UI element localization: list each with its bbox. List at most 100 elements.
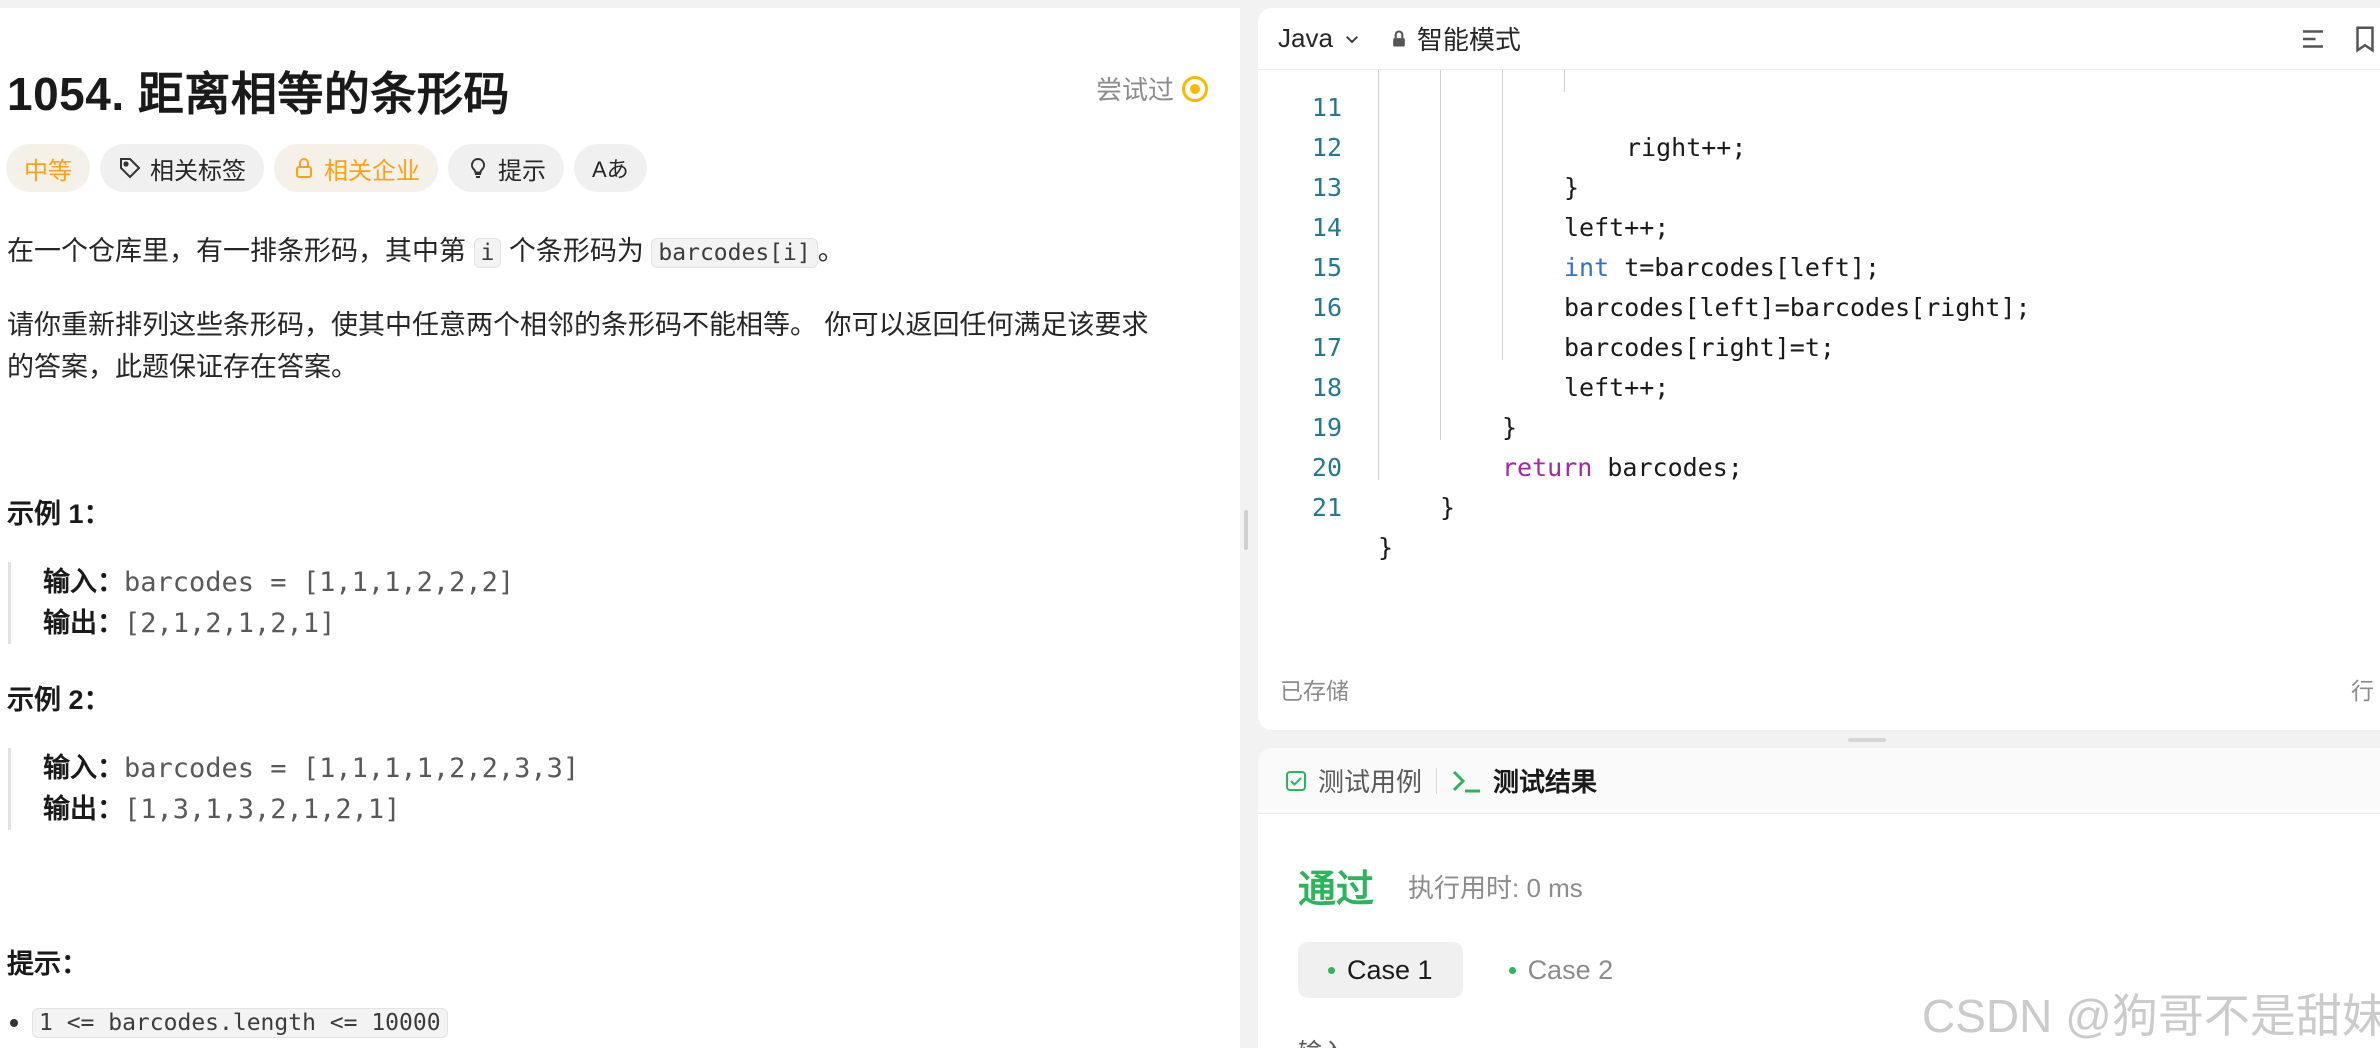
hint-button[interactable]: 提示 <box>448 144 564 192</box>
code-area[interactable]: 11 right++; 12 } 13 left++; 14 int t=bar… <box>1258 70 2380 670</box>
editor-resize-handle[interactable] <box>1848 738 1886 742</box>
constraint-list-item: 1 <= barcodes.length <= 10000 <box>10 1008 448 1038</box>
indent-guide <box>1440 70 1441 440</box>
attempt-status-label: 尝试过 <box>1095 75 1174 105</box>
output-value: [1,3,1,3,2,1,2,1] <box>124 794 401 825</box>
code-text: } <box>1502 413 1518 442</box>
problem-panel: 1054. 距离相等的条形码 尝试过 中等 相关标签 相关企业 提示 Aあ 在一… <box>0 8 1240 1048</box>
input-label: 输入： <box>43 753 124 783</box>
panel-resize-handle[interactable] <box>1244 510 1248 550</box>
problem-title: 1054. 距离相等的条形码 <box>7 68 510 120</box>
output-value: [2,1,2,1,2,1] <box>124 608 336 639</box>
output-label: 输出： <box>43 608 124 638</box>
example-1-heading: 示例 1： <box>7 499 111 529</box>
hint-label: 提示 <box>498 157 546 185</box>
input-value: barcodes = [1,1,1,2,2,2] <box>124 567 515 598</box>
smart-mode-toggle[interactable]: 智能模式 <box>1389 20 1521 57</box>
input-value: barcodes = [1,1,1,1,2,2,3,3] <box>124 753 580 784</box>
code-line: 21 } <box>1258 448 1393 562</box>
description-text: 个条形码为 <box>508 236 644 266</box>
case-1-tab[interactable]: Case 1 <box>1298 942 1463 998</box>
tab-test-result[interactable]: 测试结果 <box>1451 762 1597 799</box>
code-text: right++; <box>1626 133 1747 162</box>
save-status: 已存储 <box>1280 678 1349 704</box>
checkbox-icon <box>1286 770 1306 791</box>
code-line: 16 barcodes[right]=t; <box>1258 248 1835 362</box>
bookmark-icon[interactable] <box>2350 24 2380 54</box>
case-1-label: Case 1 <box>1347 954 1433 985</box>
description-text: 在一个仓库里，有一排条形码，其中第 <box>7 236 466 266</box>
input-label: 输入： <box>43 567 124 597</box>
runtime-label: 执行用时: 0 ms <box>1408 873 1583 903</box>
tab-divider <box>1436 767 1438 794</box>
example-1-block: 输入：barcodes = [1,1,1,2,2,2] 输出：[2,1,2,1,… <box>8 562 514 644</box>
case-2-label: Case 2 <box>1527 954 1614 985</box>
code-line: 11 right++; <box>1258 70 1747 162</box>
difficulty-label: 中等 <box>24 157 72 185</box>
description-paragraph-2: 请你重新排列这些条形码，使其中任意两个相邻的条形码不能相等。 你可以返回任何满足… <box>7 304 1149 388</box>
terminal-icon <box>1452 770 1481 792</box>
tab-testcase[interactable]: 测试用例 <box>1284 762 1422 799</box>
code-line: 15 barcodes[left]=barcodes[right]; <box>1258 208 2031 322</box>
lightbulb-icon <box>470 157 486 178</box>
test-panel-tabs: 测试用例 测试结果 <box>1258 748 2380 814</box>
keyword: int <box>1564 253 1610 282</box>
code-text: } <box>1564 173 1580 202</box>
code-line: 14 int t=barcodes[left]; <box>1258 168 1880 282</box>
code-line: 12 } <box>1258 88 1579 202</box>
translate-icon: Aあ <box>592 157 629 182</box>
indent-guide <box>1378 70 1379 480</box>
description-paragraph-1: 在一个仓库里，有一排条形码，其中第 i 个条形码为 barcodes[i]。 <box>7 230 845 274</box>
code-text: barcodes[right]=t; <box>1564 333 1835 362</box>
difficulty-badge: 中等 <box>6 144 90 192</box>
code-text: left++; <box>1564 373 1670 402</box>
editor-toolbar: Java 智能模式 <box>1258 8 2380 70</box>
description-text: 请你重新排列这些条形码，使其中任意两个相邻的条形码不能相等。 你可以返回任何满足… <box>7 310 1149 340</box>
related-companies-label: 相关企业 <box>324 157 420 185</box>
attempted-icon <box>1182 75 1208 102</box>
related-tags-button[interactable]: 相关标签 <box>100 144 264 192</box>
case-2-tab[interactable]: Case 2 <box>1479 942 1644 998</box>
description-text: 的答案，此题保证存在答案。 <box>7 352 358 382</box>
watermark: CSDN @狗哥不是甜妹 <box>1922 990 2380 1042</box>
tab-test-result-label: 测试结果 <box>1493 767 1598 797</box>
code-text: barcodes; <box>1592 453 1743 482</box>
code-line: 13 left++; <box>1258 128 1669 242</box>
constraint-code: 1 <= barcodes.length <= 10000 <box>32 1008 448 1038</box>
code-line: 20 } <box>1258 408 1455 522</box>
tab-testcase-label: 测试用例 <box>1318 767 1423 797</box>
format-lines-icon[interactable] <box>2298 24 2328 54</box>
bullet-icon <box>10 1019 18 1027</box>
code-text: left++; <box>1564 213 1670 242</box>
related-companies-button[interactable]: 相关企业 <box>274 144 438 192</box>
language-label: Java <box>1278 23 1333 53</box>
code-text: t=barcodes[left]; <box>1609 253 1881 282</box>
pass-dot-icon <box>1328 966 1335 974</box>
translate-button[interactable]: Aあ <box>574 144 647 192</box>
hints-heading: 提示： <box>7 949 88 979</box>
indent-guide <box>1502 70 1503 360</box>
case-input-label: 输入 <box>1298 1032 1346 1048</box>
pass-dot-icon <box>1508 966 1516 974</box>
code-line: 18 } <box>1258 328 1517 442</box>
cursor-position-label: 行 <box>2351 678 2374 704</box>
code-text: } <box>1440 493 1456 522</box>
code-editor-panel: Java 智能模式 11 right++; 12 } 13 left++; 14… <box>1258 8 2380 730</box>
related-tags-label: 相关标签 <box>150 157 246 185</box>
inline-code: i <box>473 238 502 268</box>
code-line: 17 left++; <box>1258 288 1669 402</box>
lock-icon <box>1393 30 1405 46</box>
result-status: 通过 <box>1298 869 1375 911</box>
mode-label: 智能模式 <box>1416 25 1521 55</box>
language-select[interactable]: Java <box>1278 23 1361 54</box>
code-text: barcodes[left]=barcodes[right]; <box>1564 293 2031 322</box>
description-text: 。 <box>817 236 845 266</box>
case-tabs: Case 1 Case 2 <box>1298 942 1643 998</box>
lock-icon <box>296 158 312 178</box>
editor-actions <box>2298 24 2380 54</box>
keyword: return <box>1502 453 1593 482</box>
code-line: 19 return barcodes; <box>1258 368 1743 482</box>
output-label: 输出： <box>43 794 124 824</box>
problem-tags: 中等 相关标签 相关企业 提示 Aあ <box>6 144 647 192</box>
inline-code: barcodes[i] <box>651 238 818 268</box>
